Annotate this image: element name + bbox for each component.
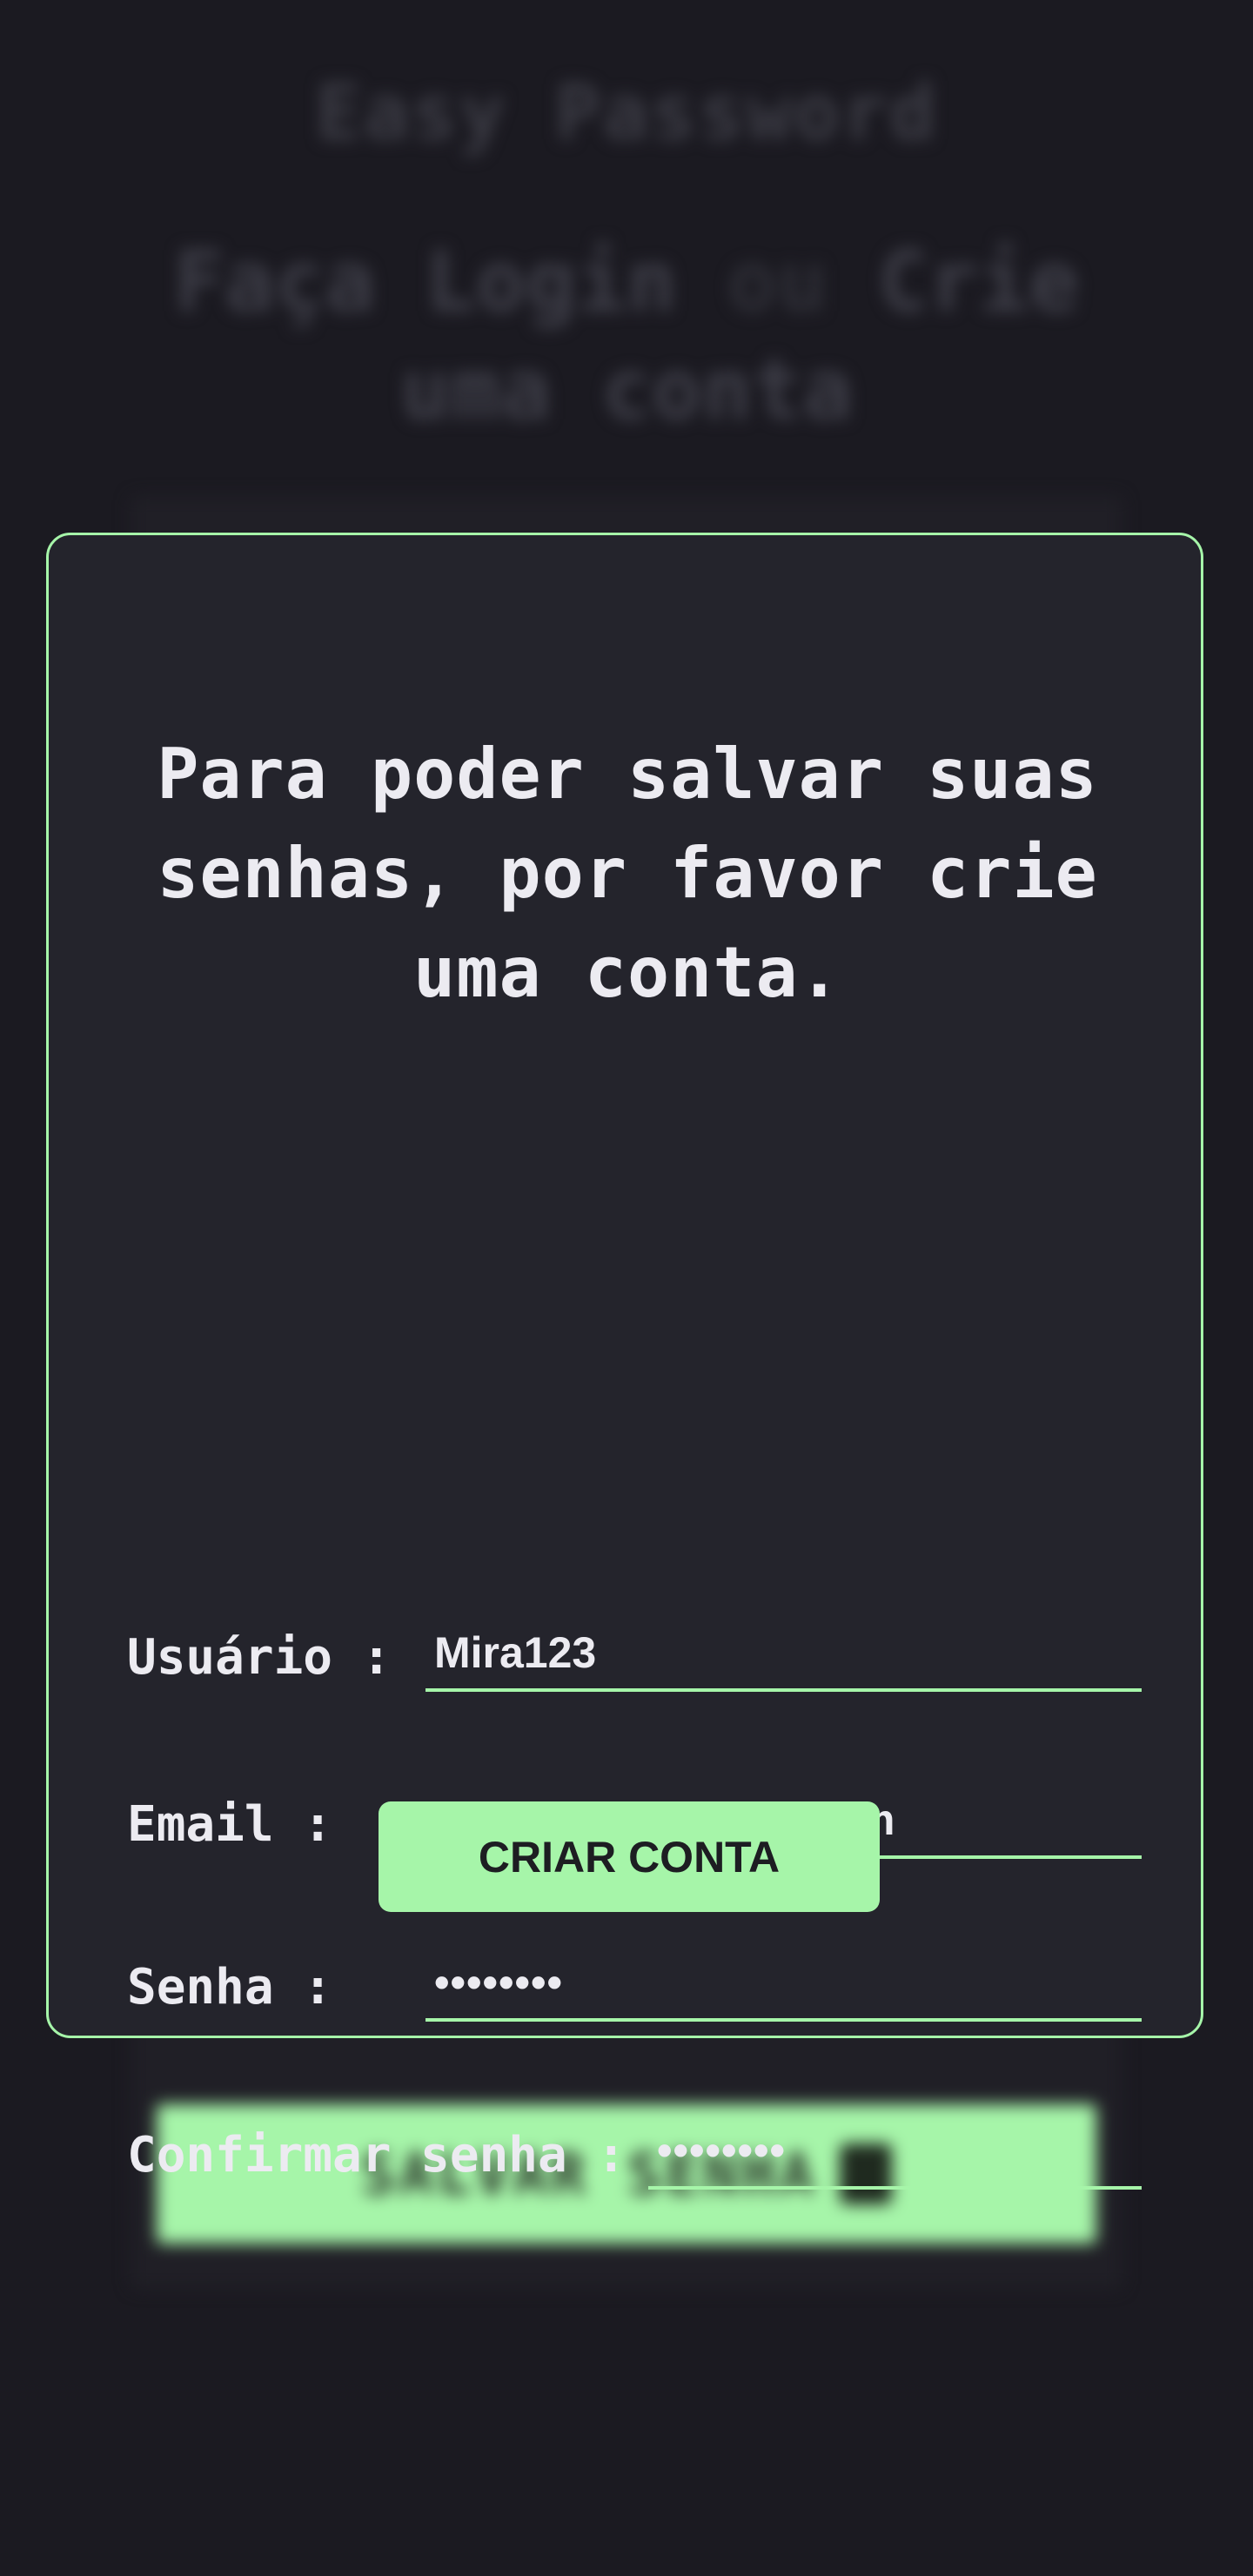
confirm-password-field-row: Confirmar senha : <box>49 2115 1206 2193</box>
confirm-password-input[interactable] <box>648 2115 1142 2190</box>
login-subtitle-login: Faça Login <box>173 233 677 331</box>
username-label: Usuário : <box>127 1629 392 1686</box>
password-input[interactable] <box>425 1947 1142 2022</box>
username-field-row: Usuário : <box>49 1617 1206 1695</box>
username-input[interactable] <box>425 1617 1142 1692</box>
app-title: Easy Password <box>315 68 938 158</box>
password-label: Senha : <box>127 1959 333 2016</box>
login-subtitle-or: ou <box>727 233 828 331</box>
login-subtitle: Faça Login ou Crie uma conta <box>148 228 1105 444</box>
create-account-button[interactable]: CRIAR CONTA <box>379 1801 880 1912</box>
email-label: Email : <box>127 1796 333 1853</box>
confirm-password-label: Confirmar senha : <box>127 2127 626 2184</box>
password-field-row: Senha : <box>49 1947 1206 2025</box>
modal-title: Para poder salvar suas senhas, por favor… <box>157 734 1098 1013</box>
create-account-modal: Para poder salvar suas senhas, por favor… <box>46 533 1206 2190</box>
